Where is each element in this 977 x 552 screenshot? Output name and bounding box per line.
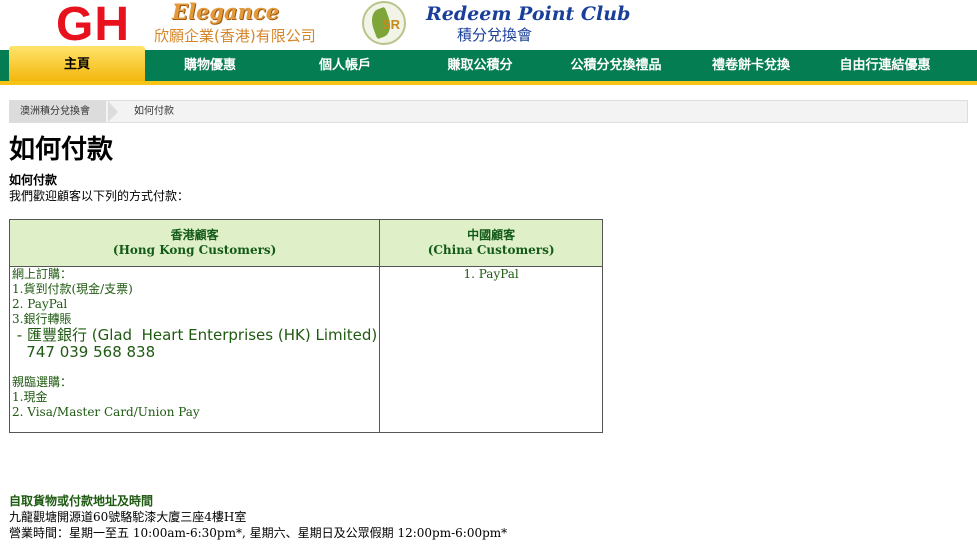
- nav-item-redeem-gifts[interactable]: 公積分兌換禮品: [545, 50, 687, 81]
- nav-item-travel-offers[interactable]: 自由行連結優惠: [815, 50, 955, 81]
- nav-item-personal-account[interactable]: 個人帳戶: [275, 50, 415, 81]
- pickup-hours: 營業時間：星期一至五 10:00am-6:30pm*, 星期六、星期日及公眾假期…: [9, 526, 508, 540]
- visit-title: 親臨選購：: [12, 375, 73, 389]
- online-order-title: 網上訂購：: [12, 267, 73, 281]
- online-method-3: 3.銀行轉賬: [12, 312, 72, 326]
- pickup-title: 自取貨物或付款地址及時間: [9, 494, 154, 508]
- elegance-logo-text: Elegance: [172, 0, 280, 24]
- club-subtitle: 積分兌換會: [457, 26, 533, 44]
- main-nav: 主頁 購物優惠 個人帳戶 賺取公積分 公積分兌換禮品 禮卷餅卡兌換 自由行連結優…: [0, 46, 977, 85]
- breadcrumb-current: 如何付款: [134, 106, 174, 117]
- pickup-address: 九龍觀塘開源道60號駱駝漆大廈三座4樓H室: [9, 510, 247, 524]
- breadcrumb-arrow-icon: [108, 101, 118, 122]
- online-method-2: 2. PayPal: [12, 297, 68, 311]
- hk-header-en: (Hong Kong Customers): [112, 243, 277, 257]
- hk-payment-cell: 網上訂購： 1.貨到付款(現金/支票) 2. PayPal 3.銀行轉賬 - 匯…: [8, 266, 381, 433]
- cn-header-zh: 中國顧客: [467, 228, 516, 242]
- cn-customers-header: 中國顧客 (China Customers): [379, 219, 603, 267]
- site-header: GH Elegance 欣願企業(香港)有限公司 SR Redeem Point…: [0, 0, 977, 52]
- visit-method-1: 1.現金: [12, 390, 48, 404]
- cn-payment-cell: 1. PayPal: [379, 266, 603, 433]
- club-title: Redeem Point Club: [426, 3, 631, 25]
- visit-method-2: 2. Visa/Master Card/Union Pay: [12, 405, 200, 419]
- sr-logo-icon[interactable]: SR: [362, 1, 406, 45]
- company-name: 欣願企業(香港)有限公司: [154, 27, 316, 45]
- nav-item-home[interactable]: 主頁: [9, 46, 145, 81]
- hk-customers-header: 香港顧客 (Hong Kong Customers): [8, 219, 381, 267]
- section-heading: 如何付款: [9, 173, 58, 187]
- bank-name: - 匯豐銀行 (Glad Heart Enterprises (HK) Limi…: [12, 326, 378, 344]
- cn-method-1: 1. PayPal: [463, 267, 519, 281]
- breadcrumb: 澳洲積分兌換會 如何付款: [9, 100, 968, 123]
- sr-logo-letters: SR: [382, 17, 401, 32]
- bank-account: 747 039 568 838: [12, 343, 156, 361]
- gh-logo[interactable]: GH: [56, 0, 130, 52]
- cn-header-en: (China Customers): [427, 243, 555, 257]
- page-title: 如何付款: [9, 135, 114, 165]
- hk-header-zh: 香港顧客: [170, 228, 219, 242]
- payment-methods-table: 香港顧客 (Hong Kong Customers) 中國顧客 (China C…: [8, 219, 603, 433]
- nav-item-shopping-offers[interactable]: 購物優惠: [145, 50, 275, 81]
- intro-text: 我們歡迎顧客以下列的方式付款：: [9, 189, 190, 203]
- breadcrumb-home-link[interactable]: 澳洲積分兌換會: [10, 101, 106, 122]
- table-row: 網上訂購： 1.貨到付款(現金/支票) 2. PayPal 3.銀行轉賬 - 匯…: [8, 266, 603, 433]
- nav-item-earn-points[interactable]: 賺取公積分: [415, 50, 545, 81]
- table-header-row: 香港顧客 (Hong Kong Customers) 中國顧客 (China C…: [8, 219, 603, 267]
- online-method-1: 1.貨到付款(現金/支票): [12, 282, 133, 296]
- nav-item-voucher-cake-redeem[interactable]: 禮卷餅卡兌換: [687, 50, 815, 81]
